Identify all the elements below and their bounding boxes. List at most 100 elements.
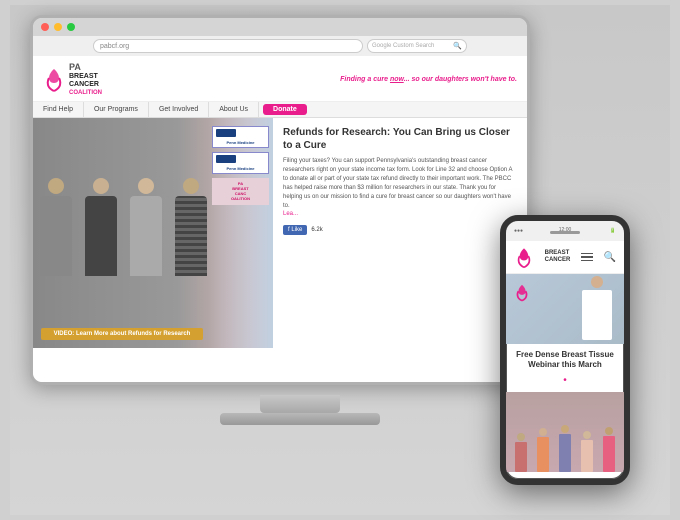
gp-head	[539, 428, 547, 436]
gp-head	[605, 427, 613, 435]
url-field[interactable]: pabcf.org	[93, 39, 363, 53]
logo-breast: BREAST	[69, 73, 102, 81]
breast-cancer-banner-text: PABREASTCANCOALITION	[215, 181, 266, 202]
monitor-frame: pabcf.org Google Custom Search 🔍	[30, 15, 530, 385]
phone-group-people	[506, 425, 624, 472]
main-content: Penn Medicine Penn Medicine PABREASTCANC…	[33, 118, 527, 348]
gp-body	[603, 436, 615, 472]
phone-nav-bar: BREAST CANCER 🔍	[506, 241, 624, 274]
phone-article-title: Free Dense Breast Tissue Webinar this Ma…	[514, 350, 616, 371]
read-more-link[interactable]: Lea...	[283, 211, 517, 217]
site-header: PA BREAST CANCER COALITION Finding a cur…	[33, 56, 527, 102]
mobile-phone: ●●● 12:00 🔋 BREAST CANCER	[500, 215, 630, 485]
doctor-head	[591, 276, 603, 288]
person-head	[138, 178, 154, 194]
monitor-stand	[260, 395, 340, 413]
hamburger-menu-button[interactable]	[581, 253, 593, 262]
nav-our-programs[interactable]: Our Programs	[84, 102, 149, 117]
banner-text: Penn Medicine	[216, 140, 265, 145]
phone-group-photo	[506, 392, 624, 472]
fb-icon: f	[288, 227, 290, 233]
phone-logo	[514, 245, 534, 269]
group-person-1	[514, 433, 528, 472]
menu-line-2	[581, 256, 593, 258]
group-person-2	[536, 428, 550, 472]
banner-text-2: Penn Medicine	[216, 166, 265, 171]
nav-donate[interactable]: Donate	[263, 104, 307, 115]
facebook-like-button[interactable]: f Like	[283, 225, 307, 235]
desktop-monitor: pabcf.org Google Custom Search 🔍	[30, 15, 530, 415]
penn-logo	[216, 129, 236, 137]
phone-time: 12:00	[559, 227, 572, 233]
logo-text: PA BREAST CANCER COALITION	[69, 62, 102, 97]
person-body	[130, 196, 162, 276]
logo-pa: PA	[69, 62, 102, 73]
people-group	[33, 158, 213, 318]
banner-signs: Penn Medicine Penn Medicine PABREASTCANC…	[208, 118, 273, 348]
phone-article: Free Dense Breast Tissue Webinar this Ma…	[506, 344, 624, 392]
person-1	[36, 178, 76, 318]
logo-area: PA BREAST CANCER COALITION	[43, 62, 102, 97]
phone-hero-ribbon	[514, 282, 530, 307]
browser-title-bar	[33, 18, 527, 36]
breast-cancer-banner: PABREASTCANCOALITION	[212, 178, 269, 205]
phone-doctor-figure	[578, 276, 616, 344]
phone-dot-indicator: •	[514, 375, 616, 386]
gp-head	[583, 431, 591, 439]
close-button[interactable]	[41, 23, 49, 31]
doctor-coat	[582, 290, 612, 340]
address-bar: pabcf.org Google Custom Search 🔍	[33, 36, 527, 56]
person-head	[183, 178, 199, 194]
fb-count: 6.2k	[311, 227, 322, 233]
site-tagline: Finding a cure now... so our daughters w…	[340, 76, 517, 83]
group-person-5	[602, 427, 616, 472]
nav-find-help[interactable]: Find Help	[33, 102, 84, 117]
website-content: PA BREAST CANCER COALITION Finding a cur…	[33, 56, 527, 382]
gp-body	[581, 440, 593, 472]
person-head	[93, 178, 109, 194]
phone-logo-text: BREAST CANCER	[545, 250, 571, 264]
article-title: Refunds for Research: You Can Bring us C…	[283, 126, 517, 152]
monitor-base	[220, 413, 380, 425]
phone-status-bar: ●●● 12:00 🔋	[506, 221, 624, 241]
ribbon-logo	[43, 65, 65, 93]
logo-cancer: CANCER	[69, 81, 102, 89]
phone-second-hero	[506, 392, 624, 472]
video-button[interactable]: VIDEO: Learn More about Refunds for Rese…	[41, 328, 203, 340]
gp-head	[561, 425, 569, 433]
scene: pabcf.org Google Custom Search 🔍	[10, 5, 670, 515]
gp-body	[559, 434, 571, 472]
penn-medicine-banner-1: Penn Medicine	[212, 126, 269, 148]
phone-battery: 🔋	[610, 228, 616, 234]
group-person-4	[580, 431, 594, 472]
search-icon: 🔍	[453, 42, 462, 50]
group-person-3	[558, 425, 572, 472]
header-right: Finding a cure now... so our daughters w…	[340, 76, 517, 83]
penn-medicine-banner-2: Penn Medicine	[212, 152, 269, 174]
article-area: Refunds for Research: You Can Bring us C…	[273, 118, 527, 348]
person-3	[126, 178, 166, 318]
gp-head	[517, 433, 525, 441]
penn-logo-2	[216, 155, 236, 163]
person-head	[48, 178, 64, 194]
nav-get-involved[interactable]: Get Involved	[149, 102, 209, 117]
phone-hero-image	[506, 274, 624, 344]
person-body	[175, 196, 207, 276]
person-body	[40, 196, 72, 276]
search-placeholder: Google Custom Search	[372, 43, 434, 49]
nav-about-us[interactable]: About Us	[209, 102, 259, 117]
phone-frame: ●●● 12:00 🔋 BREAST CANCER	[500, 215, 630, 485]
facebook-like-bar: f Like 6.2k	[283, 225, 517, 235]
person-body	[85, 196, 117, 276]
minimize-button[interactable]	[54, 23, 62, 31]
phone-signal: ●●●	[514, 228, 523, 234]
hero-image: Penn Medicine Penn Medicine PABREASTCANC…	[33, 118, 273, 348]
phone-search-icon[interactable]: 🔍	[604, 252, 616, 263]
gp-body	[537, 437, 549, 472]
monitor-stand-wrapper	[50, 395, 550, 425]
menu-line-1	[581, 253, 593, 255]
maximize-button[interactable]	[67, 23, 75, 31]
browser-search-field[interactable]: Google Custom Search 🔍	[367, 39, 467, 53]
person-4	[171, 178, 211, 318]
menu-line-3	[581, 260, 593, 262]
